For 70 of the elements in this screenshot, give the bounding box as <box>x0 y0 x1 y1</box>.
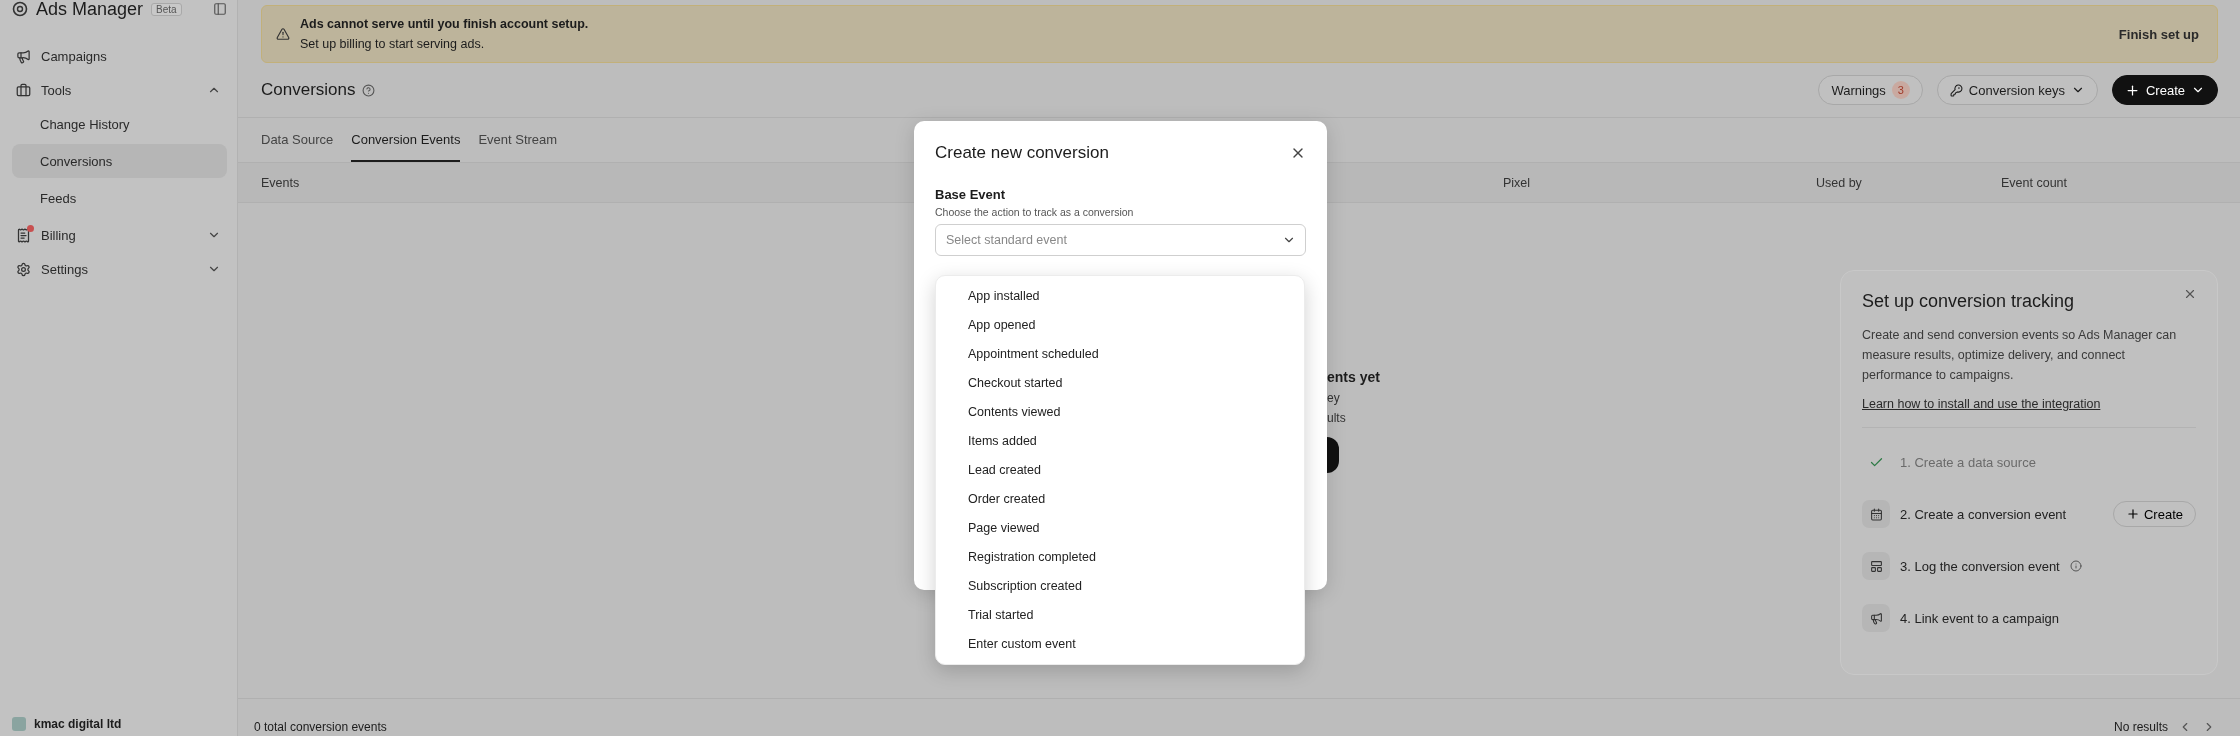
panel-title: Set up conversion tracking <box>1862 291 2075 312</box>
empty-state-text: ey <box>1327 391 1341 405</box>
sidebar-item[interactable]: Tools <box>12 73 227 107</box>
sidebar-subitem[interactable]: Conversions <box>12 144 227 178</box>
sidebar-toggle-icon[interactable] <box>213 2 227 16</box>
dropdown-option[interactable]: Items added <box>936 426 1304 456</box>
dropdown-option[interactable]: App opened <box>936 310 1304 340</box>
dark-button-edge[interactable] <box>1327 437 1339 473</box>
conversion-keys-button[interactable]: Conversion keys <box>1936 75 2098 105</box>
page-title: Conversions <box>261 80 356 100</box>
nav-icon <box>16 227 31 243</box>
step-label: 1. Create a data source <box>1900 454 2036 470</box>
close-icon <box>2183 287 2197 301</box>
sidebar-subitem[interactable]: Change History <box>12 107 227 141</box>
step-label: 4. Link event to a campaign <box>1900 610 2059 626</box>
create-button[interactable]: Create <box>2111 75 2218 105</box>
tab[interactable]: Event Stream <box>478 118 558 162</box>
event-select-field[interactable]: Select standard event <box>935 224 1306 256</box>
tab[interactable]: Data Source <box>261 118 334 162</box>
nav-icon <box>16 261 31 277</box>
warnings-button[interactable]: Warnings 3 <box>1818 75 1923 105</box>
column-header: Pixel <box>1503 175 1532 190</box>
field-hint: Choose the action to track as a conversion <box>935 206 1135 218</box>
account-name[interactable]: kmac digital ltd <box>34 717 122 731</box>
step-label: 2. Create a conversion event <box>1900 506 2067 522</box>
dropdown-option[interactable]: Registration completed <box>936 542 1304 572</box>
app-title: Ads Manager <box>36 0 144 18</box>
column-header: Event count <box>2001 175 2068 190</box>
modal-title: Create new conversion <box>935 143 1109 163</box>
step-label: 3. Log the conversion event <box>1900 558 2060 574</box>
warning-count: 3 <box>1891 81 1910 99</box>
dropdown-option[interactable]: Enter custom event <box>936 629 1304 659</box>
panel-description: Create and send conversion events so Ads Manager can measure results, optimize delivery, and connect performance to campaigns. <box>1862 327 2178 384</box>
dropdown-option[interactable]: Checkout started <box>936 368 1304 398</box>
info-icon[interactable] <box>2069 560 2082 572</box>
close-button[interactable] <box>2183 287 2197 301</box>
field-label: Base Event <box>935 187 1007 202</box>
column-header: Events <box>261 175 301 190</box>
plus-icon <box>2125 507 2140 521</box>
integration-link[interactable]: Learn how to install and use the integration <box>1862 397 2196 411</box>
sidebar-subitem[interactable]: Feeds <box>12 181 227 215</box>
empty-state-text: ults <box>1327 411 1347 425</box>
nav-icon <box>16 48 31 64</box>
beta-badge: Beta <box>151 2 182 16</box>
dropdown-option[interactable]: Order created <box>936 484 1304 514</box>
empty-state-title: ents yet <box>1327 369 1380 385</box>
sidebar-item[interactable]: Billing <box>12 218 227 252</box>
help-icon[interactable] <box>361 83 375 97</box>
nav-icon <box>16 82 31 98</box>
dropdown-option[interactable]: Page viewed <box>936 513 1304 543</box>
dropdown-option[interactable]: App installed <box>936 281 1304 311</box>
sidebar-item[interactable]: Settings <box>12 252 227 286</box>
account-avatar <box>12 717 26 731</box>
plus-icon <box>2124 82 2140 98</box>
step-create-button[interactable]: Create <box>2112 501 2196 527</box>
logo-icon <box>12 1 28 17</box>
dropdown-option[interactable]: Contents viewed <box>936 397 1304 427</box>
total-count: 0 total conversion events <box>254 720 387 734</box>
column-header: Used by <box>1816 175 1863 190</box>
banner-text: Set up billing to start serving ads. <box>300 37 486 51</box>
warning-icon <box>276 27 290 41</box>
dropdown-option[interactable]: Lead created <box>936 455 1304 485</box>
key-icon <box>1949 83 1963 97</box>
sidebar-item[interactable]: Campaigns <box>12 39 227 73</box>
dropdown-option[interactable]: Trial started <box>936 600 1304 630</box>
banner-title: Ads cannot serve until you finish account setup. <box>300 17 590 31</box>
finish-setup-button[interactable]: Finish set up <box>2112 25 2205 43</box>
dropdown-option[interactable]: Appointment scheduled <box>936 339 1304 369</box>
pagination-status: No results <box>2113 720 2168 734</box>
dropdown-option[interactable]: Subscription created <box>936 571 1304 601</box>
